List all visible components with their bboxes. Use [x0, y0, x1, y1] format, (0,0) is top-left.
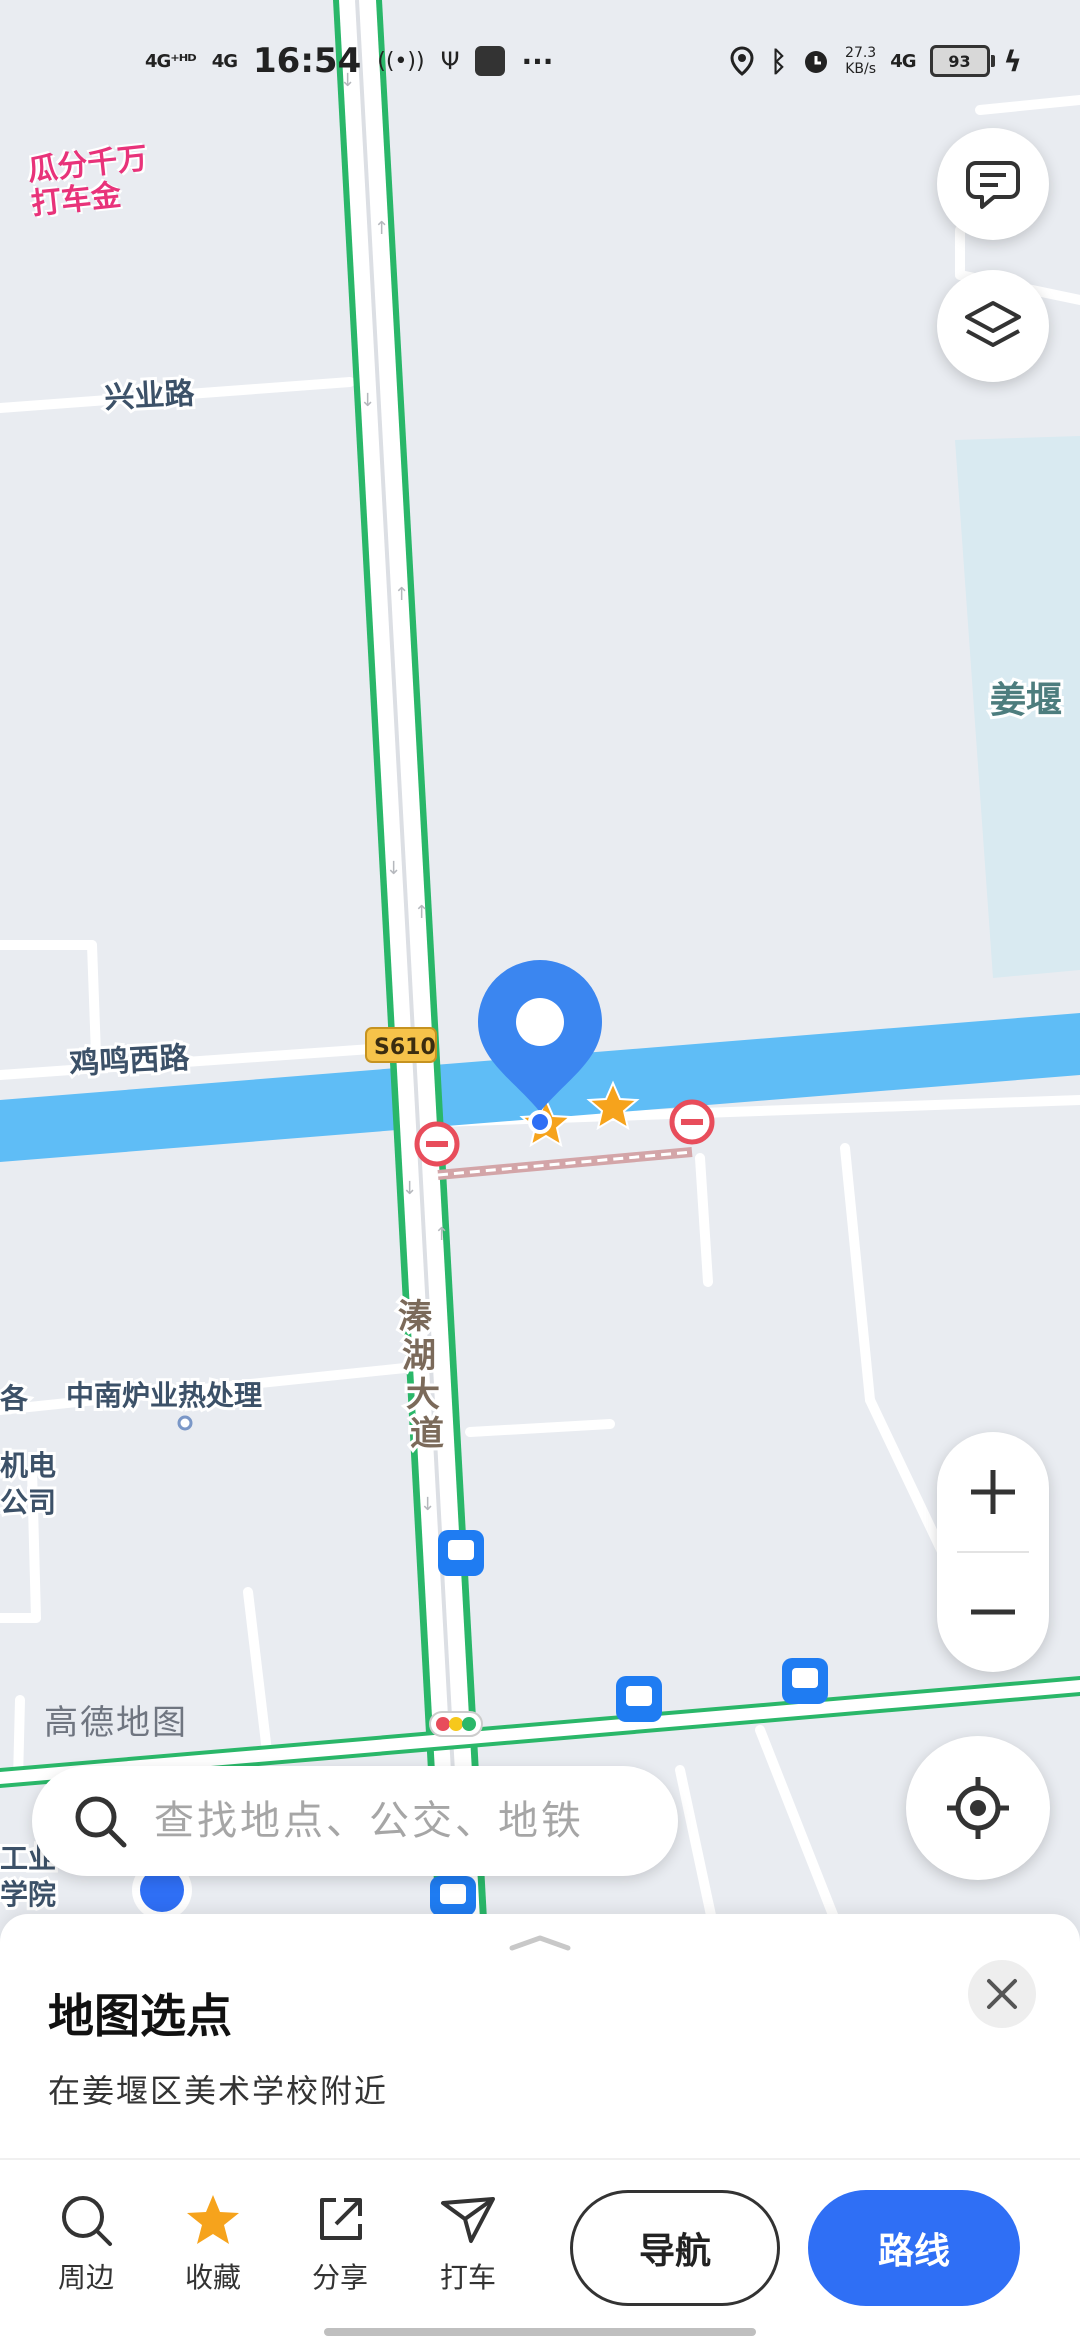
locate-me-button[interactable] [906, 1736, 1050, 1880]
nearby-label: 周边 [57, 2261, 114, 2294]
usb-icon: Ψ [440, 47, 460, 75]
network-speed-unit: KB/s [845, 61, 877, 77]
more-notifications-icon: ··· [521, 44, 554, 78]
share-button[interactable]: 分享 [290, 2190, 390, 2296]
network-type: 4G [890, 50, 916, 72]
signal-2-indicator: 4G [211, 50, 238, 72]
svg-text:↑: ↑ [434, 1224, 449, 1245]
network-speed: 27.3 KB/s [845, 45, 876, 77]
svg-text:↓: ↓ [420, 1494, 435, 1515]
road-label-jiming: 鸡鸣西路 [69, 1041, 192, 1082]
poi-label-left-2: 公司 [0, 1486, 56, 1519]
battery-icon: 93 [929, 45, 995, 77]
charging-icon: ϟ [1003, 44, 1022, 78]
road-label-qinhu-4: 道 [410, 1414, 444, 1454]
home-indicator[interactable] [324, 2328, 756, 2336]
layers-button[interactable] [937, 270, 1049, 382]
share-label: 分享 [311, 2261, 368, 2294]
nearby-button[interactable]: 周边 [36, 2190, 136, 2296]
star-icon [187, 2195, 239, 2244]
message-icon [966, 161, 1020, 209]
share-icon [320, 2198, 362, 2240]
svg-text:↑: ↑ [414, 902, 429, 923]
plus-icon [971, 1470, 1015, 1514]
zoom-in-button[interactable] [937, 1432, 1049, 1552]
battery-level: 93 [948, 51, 971, 71]
poi-label-zhongnan: 中南炉业热处理 [66, 1379, 262, 1412]
search-bar[interactable] [32, 1766, 678, 1876]
taxi-button[interactable]: 打车 [418, 2190, 518, 2296]
layers-icon [965, 301, 1021, 347]
poi-label-left-4: 学院 [0, 1878, 56, 1911]
svg-text:↑: ↑ [374, 218, 389, 239]
road-label-qinhu-1: 溱 [398, 1297, 432, 1337]
status-bar: 4G⁺ᴴᴰ 4G 16:54 ((•)) Ψ ··· ᛒ 27.3 KB/s 4… [0, 0, 1080, 120]
action-bar: 周边 收藏 分享 打车 [0, 2190, 560, 2300]
close-icon [987, 1979, 1017, 2009]
zoom-out-button[interactable] [937, 1552, 1049, 1672]
network-speed-value: 27.3 [845, 45, 877, 61]
location-icon [730, 46, 754, 76]
favorite-label: 收藏 [184, 2261, 241, 2294]
minus-icon [971, 1609, 1015, 1615]
svg-text:↓: ↓ [402, 1178, 417, 1199]
bottom-sheet: 地图选点 在姜堰区美术学校附近 周边 收藏 分享 打车 导航 路线 [0, 1914, 1080, 2340]
poi-label-jiangyan: 姜堰 [990, 680, 1062, 721]
svg-text:↓: ↓ [360, 390, 375, 411]
bluetooth-icon: ᛒ [770, 44, 788, 78]
sheet-title: 地图选点 [48, 1989, 232, 2043]
search-icon [62, 2196, 112, 2246]
close-button[interactable] [968, 1960, 1036, 2028]
alarm-icon [805, 51, 828, 73]
search-input[interactable] [152, 1797, 656, 1845]
map-canvas[interactable]: ↓↑↓ ↑↓↑ ↓↑↓ 兴业路 鸡鸣西路 中南炉业热处理 姜堰 机电 公司 工业… [0, 0, 1080, 1920]
poi-label-left-1: 机电 [0, 1449, 56, 1482]
status-time: 16:54 [253, 41, 362, 81]
feedback-button[interactable] [937, 128, 1049, 240]
poi-label-left-5: 各 [0, 1382, 29, 1415]
road-badge-s610: S610 [374, 1035, 436, 1060]
route-button[interactable]: 路线 [808, 2190, 1020, 2306]
sheet-subtitle: 在姜堰区美术学校附近 [48, 2072, 389, 2110]
favorite-button[interactable]: 收藏 [163, 2190, 263, 2296]
svg-text:↓: ↓ [386, 858, 401, 879]
road-label-xingye: 兴业路 [104, 376, 197, 416]
crosshair-icon [947, 1777, 1009, 1839]
signal-1-indicator: 4G⁺ᴴᴰ [145, 50, 197, 72]
promo-badge[interactable]: 瓜分千万 打车金 [26, 141, 154, 234]
sheet-divider [0, 2158, 1080, 2160]
road-label-qinhu-2: 湖 [402, 1336, 436, 1376]
search-icon [75, 1796, 127, 1848]
navigate-button[interactable]: 导航 [570, 2190, 780, 2306]
taxi-label: 打车 [439, 2261, 496, 2294]
taxi-icon [441, 2197, 495, 2243]
chevron-up-icon[interactable] [508, 1932, 572, 1952]
app-notification-icon [475, 46, 506, 76]
zoom-control [937, 1432, 1049, 1672]
svg-text:↑: ↑ [394, 584, 409, 605]
hotspot-icon: ((•)) [377, 48, 425, 74]
road-label-qinhu-3: 大 [406, 1375, 440, 1415]
map-watermark: 高德地图 [44, 1703, 188, 1743]
